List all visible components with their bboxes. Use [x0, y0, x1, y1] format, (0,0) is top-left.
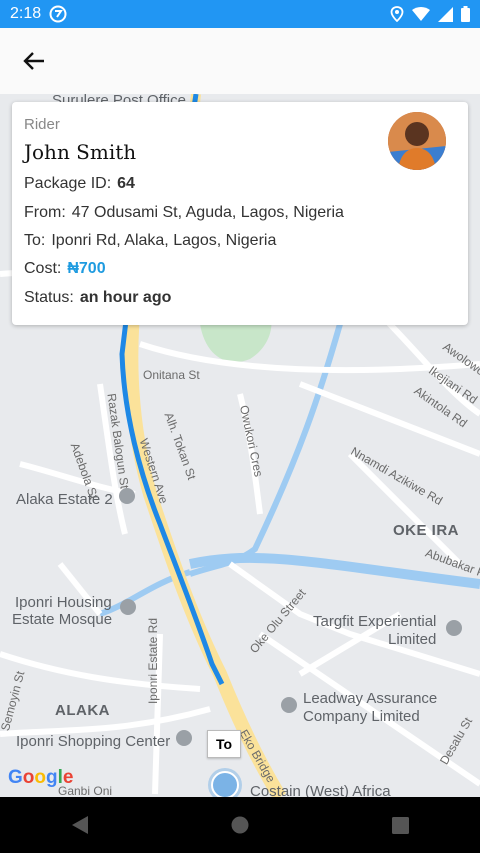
map-label-iponri-estate-rd: Iponri Estate Rd [146, 617, 161, 705]
cost-row: Cost: ₦700 [24, 260, 106, 278]
map-poi-pin[interactable] [119, 488, 135, 504]
status-label: Status: [24, 289, 74, 306]
map-label-costain: Costain (West) Africa [250, 783, 391, 797]
map-label-oke-ira: OKE IRA [393, 522, 460, 539]
from-row: From: 47 Odusami St, Aguda, Lagos, Nigeri… [24, 204, 344, 222]
map-label-leadway-2: Company Limited [303, 708, 420, 725]
circle-home-icon [231, 816, 249, 834]
from-value: 47 Odusami St, Aguda, Lagos, Nigeria [71, 204, 344, 221]
app-bar [0, 28, 480, 94]
map-label-iponri-shopping: Iponri Shopping Center [16, 733, 171, 750]
nav-home-button[interactable] [220, 805, 260, 845]
to-label: To: [24, 232, 46, 249]
triangle-back-icon [72, 816, 88, 834]
map-label-targfit-1: Targfit Experiential [313, 613, 437, 630]
package-id-row: Package ID: 64 [24, 175, 135, 193]
map-label-iponri-housing-2: Estate Mosque [12, 611, 113, 628]
map-label-onitana: Onitana St [143, 368, 200, 382]
status-bar: 2:18 [0, 0, 480, 28]
arrow-left-icon [23, 52, 44, 70]
signal-icon [438, 6, 453, 22]
battery-icon [461, 6, 470, 22]
map-poi-pin[interactable] [120, 599, 136, 615]
destination-marker-label[interactable]: To [207, 730, 241, 758]
rider-role-label: Rider [24, 116, 60, 133]
rider-name: John Smith [24, 140, 137, 164]
rider-info-card: Rider John Smith Package ID: 64 From: 47 O… [12, 102, 468, 325]
map-label-alaka-estate: Alaka Estate 2 [16, 491, 113, 508]
cost-value: ₦700 [67, 260, 106, 277]
status-icons [390, 6, 470, 22]
nav-recents-button[interactable] [380, 805, 420, 845]
app-notification-icon [49, 5, 67, 23]
destination-pin-icon[interactable] [211, 771, 239, 797]
package-id-value: 64 [117, 175, 135, 192]
map-poi-pin[interactable] [176, 730, 192, 746]
map-label-iponri-housing-1: Iponri Housing [15, 594, 112, 611]
back-button[interactable] [18, 45, 50, 77]
square-recents-icon [391, 816, 409, 834]
avatar-image [388, 112, 446, 170]
to-value: Iponri Rd, Alaka, Lagos, Nigeria [51, 232, 277, 249]
nav-back-button[interactable] [60, 805, 100, 845]
map-poi-pin[interactable] [446, 620, 462, 636]
map-poi-pin[interactable] [281, 697, 297, 713]
map-label-alaka: ALAKA [55, 702, 110, 719]
google-logo: Google [8, 767, 74, 788]
status-value: an hour ago [79, 289, 172, 306]
avatar[interactable] [388, 112, 446, 170]
package-id-label: Package ID: [24, 175, 112, 192]
cost-label: Cost: [24, 260, 62, 277]
from-label: From: [24, 204, 66, 221]
map-label-leadway-1: Leadway Assurance [303, 690, 438, 707]
system-nav-bar [0, 797, 480, 853]
to-row: To: Iponri Rd, Alaka, Lagos, Nigeria [24, 232, 276, 250]
location-icon [390, 6, 404, 22]
map-label-targfit-2: Limited [388, 631, 437, 648]
wifi-icon [412, 6, 430, 21]
status-time: 2:18 [10, 5, 42, 22]
status-row: Status: an hour ago [24, 289, 171, 307]
